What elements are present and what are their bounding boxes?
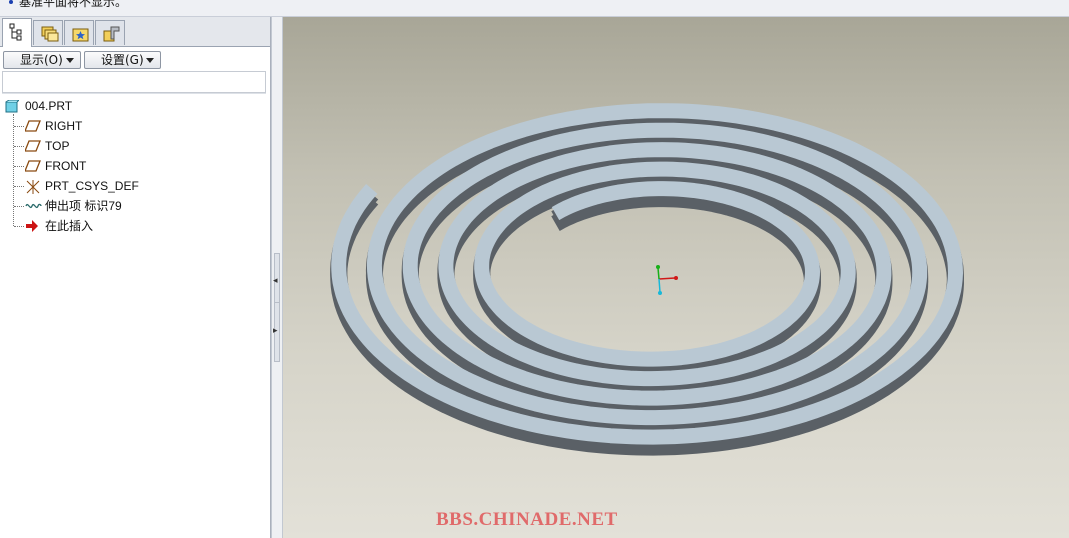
navigator-panel: 显示(O) 设置(G) 004.PRT RIGHT TOP FRONT PRT_… xyxy=(0,17,271,538)
show-button-label: 显示(O) xyxy=(20,53,63,67)
tree-item-label: PRT_CSYS_DEF xyxy=(45,179,139,193)
tab-folder-browser[interactable] xyxy=(33,20,63,45)
tree-connector xyxy=(14,206,24,207)
favorites-icon xyxy=(72,28,89,42)
datum-plane-icon xyxy=(25,140,41,152)
insert-here-arrow-icon xyxy=(26,220,38,232)
tree-item-label: 伸出项 标识79 xyxy=(45,199,122,213)
tree-connector xyxy=(14,166,24,167)
collapse-left-icon[interactable]: ◂ xyxy=(273,275,278,286)
expand-right-icon[interactable]: ▸ xyxy=(273,325,278,336)
connections-icon xyxy=(103,26,120,42)
chevron-down-icon xyxy=(146,58,154,63)
chevron-down-icon xyxy=(66,58,74,63)
model-tree-icon xyxy=(9,23,22,41)
tree-connector-line xyxy=(13,114,14,226)
settings-button-label: 设置(G) xyxy=(101,53,144,67)
tree-connector xyxy=(14,186,24,187)
coordinate-system-icon xyxy=(26,180,40,194)
navigator-tabs xyxy=(0,17,270,47)
watermark: BBS.CHINADE.NET xyxy=(436,509,618,530)
tree-connector xyxy=(14,226,24,227)
settings-dropdown-button[interactable]: 设置(G) xyxy=(84,51,161,69)
show-dropdown-button[interactable]: 显示(O) xyxy=(3,51,81,69)
message-bullet-icon xyxy=(9,0,13,4)
tree-connector xyxy=(14,146,24,147)
tree-item-label: 在此插入 xyxy=(45,219,94,233)
part-icon xyxy=(5,100,19,113)
tab-favorites[interactable] xyxy=(64,20,94,45)
spiral-model[interactable] xyxy=(283,17,1069,538)
graphics-viewport[interactable]: BBS.CHINADE.NET xyxy=(283,17,1069,538)
tree-connector xyxy=(14,126,24,127)
message-bar: 基准平面将不显示。 xyxy=(0,0,1069,17)
tab-model-tree[interactable] xyxy=(2,18,32,47)
tree-root-label: 004.PRT xyxy=(25,99,73,113)
panel-splitter[interactable]: ◂ ▸ xyxy=(271,17,283,538)
tab-connections[interactable] xyxy=(95,20,125,45)
folder-browser-icon xyxy=(41,26,59,42)
divider xyxy=(2,93,266,94)
tree-filter-field[interactable] xyxy=(2,71,266,93)
tree-item-label: RIGHT xyxy=(45,119,83,133)
navigator-toolbar: 显示(O) 设置(G) xyxy=(0,47,268,71)
message-text: 基准平面将不显示。 xyxy=(19,0,128,9)
tree-item-label: FRONT xyxy=(45,159,87,173)
datum-plane-icon xyxy=(25,160,41,172)
csys-triad-icon xyxy=(656,265,678,295)
datum-plane-icon xyxy=(25,120,41,132)
protrusion-feature-icon xyxy=(25,203,42,209)
tree-item-label: TOP xyxy=(45,139,70,153)
